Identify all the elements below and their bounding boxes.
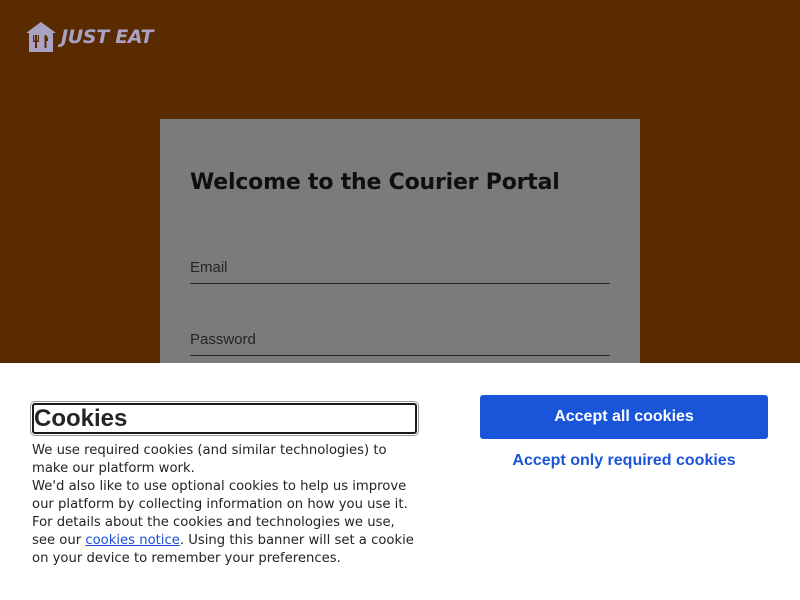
cookies-heading: Cookies [32,403,417,434]
brand-name: JUST EAT [61,26,154,48]
email-input[interactable] [190,250,610,283]
accept-all-cookies-button[interactable]: Accept all cookies [480,395,768,439]
house-fork-icon [24,21,58,53]
page-title: Welcome to the Courier Portal [190,170,560,195]
accept-required-cookies-button[interactable]: Accept only required cookies [480,444,768,478]
cookies-description: We use required cookies (and similar tec… [32,442,422,568]
password-input[interactable] [190,322,610,355]
cookies-notice-link[interactable]: cookies notice [85,533,180,548]
password-field[interactable]: Password [190,322,610,356]
cookie-banner: Cookies We use required cookies (and sim… [0,363,800,600]
email-field[interactable]: Email [190,250,610,284]
brand-logo[interactable]: JUST EAT [24,21,153,53]
